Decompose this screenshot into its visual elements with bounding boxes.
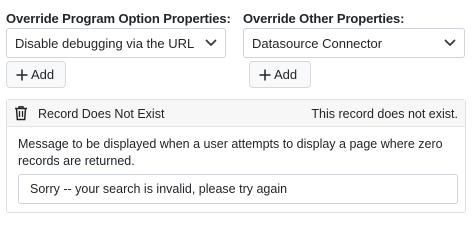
trash-icon[interactable] [13,105,29,121]
record-rule-description: Message to be displayed when a user atte… [18,137,443,168]
program-options-select[interactable]: Disable debugging via the URL [6,28,226,58]
add-program-option-button[interactable]: Add [6,61,66,88]
add-button-label: Add [274,67,298,82]
plus-icon [15,68,28,81]
chevron-down-icon [443,36,457,50]
other-properties-selected-value: Datasource Connector [252,35,383,51]
record-rule-panel: Record Does Not Exist This record does n… [6,99,466,213]
other-properties-select[interactable]: Datasource Connector [243,28,465,58]
add-button-label: Add [31,67,55,82]
chevron-down-icon [204,36,218,50]
add-other-property-button[interactable]: Add [249,61,311,88]
record-rule-header: Record Does Not Exist This record does n… [7,100,465,127]
program-options-label: Override Program Option Properties: [6,11,231,26]
record-rule-message-input[interactable] [18,174,458,204]
record-rule-message: This record does not exist. [311,107,458,121]
other-properties-label: Override Other Properties: [243,11,405,26]
plus-icon [258,68,271,81]
record-rule-name: Record Does Not Exist [38,107,165,121]
program-options-selected-value: Disable debugging via the URL [15,35,195,51]
